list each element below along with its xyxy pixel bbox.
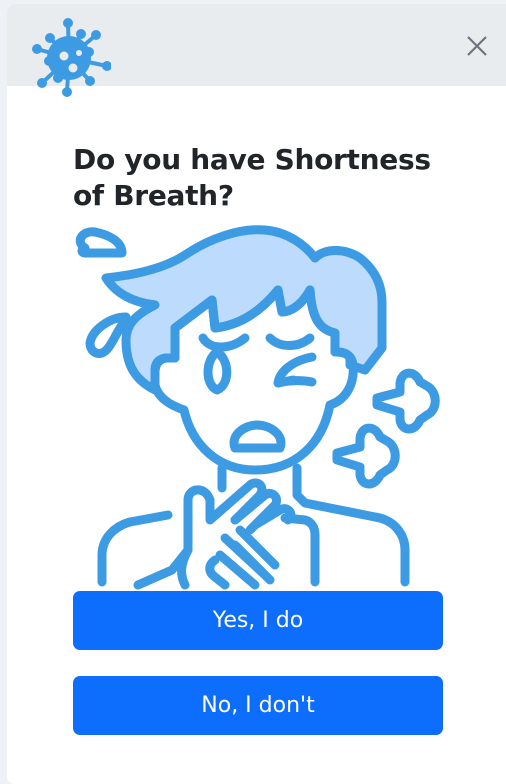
question-title: Do you have Shortness of Breath? <box>73 143 431 212</box>
close-icon[interactable] <box>465 34 489 58</box>
no-button[interactable]: No, I don't <box>73 676 443 735</box>
modal-header <box>7 4 506 97</box>
virus-icon <box>32 18 111 97</box>
shortness-of-breath-person-icon <box>75 225 440 590</box>
yes-button[interactable]: Yes, I do <box>73 591 443 650</box>
modal-card: Do you have Shortness of Breath? Yes, I … <box>7 4 506 784</box>
